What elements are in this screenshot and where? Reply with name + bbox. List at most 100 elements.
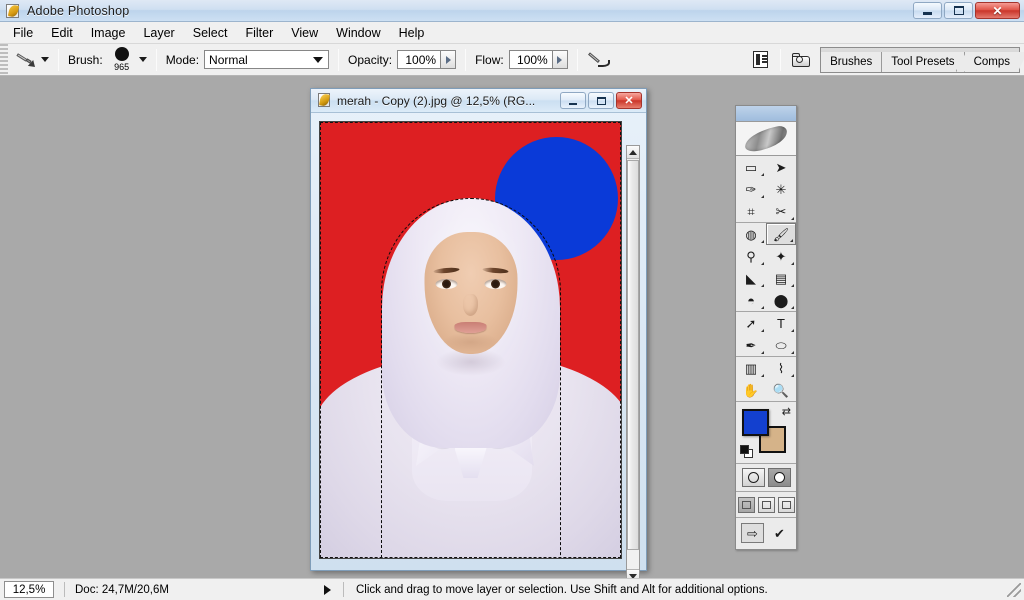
minimize-button[interactable] <box>913 2 942 19</box>
pen-tool[interactable]: ✒ <box>736 334 766 356</box>
ellipse-shape-tool[interactable]: ⬭ <box>766 334 796 356</box>
scrollbar-thumb[interactable] <box>627 160 639 550</box>
edit-in-imageready-icon[interactable]: ✔ <box>768 523 791 543</box>
divider <box>780 49 781 71</box>
photoshop-feather-logo <box>736 122 796 156</box>
full-screen-with-menubar-icon[interactable] <box>758 497 775 513</box>
blur-tool[interactable]: ◓ <box>736 289 766 311</box>
document-minimize-button[interactable] <box>560 92 586 109</box>
zoom-level-input[interactable]: 12,5% <box>4 581 54 598</box>
brush-size-value: 965 <box>114 62 129 72</box>
brush-tool[interactable]: 🖌 <box>766 223 796 245</box>
document-vertical-scrollbar[interactable] <box>626 145 640 583</box>
eyedropper-tool[interactable]: ⌇ <box>766 357 796 379</box>
flow-stepper[interactable] <box>553 50 568 69</box>
palette-toggle-icon[interactable] <box>749 48 771 72</box>
menu-image[interactable]: Image <box>82 24 135 42</box>
tool-preset-chevron-down-icon[interactable] <box>41 57 49 62</box>
foreground-color-swatch[interactable] <box>742 409 769 436</box>
palette-well: Brushes Tool Presets Comps <box>820 47 1020 73</box>
healing-brush-tool[interactable]: ◍ <box>736 223 766 245</box>
move-tool[interactable]: ➤ <box>766 156 796 178</box>
magic-wand-tool[interactable]: ✳ <box>766 178 796 200</box>
flow-input[interactable]: 100% <box>509 50 553 69</box>
type-tool[interactable]: T <box>766 312 796 334</box>
status-menu-arrow-icon[interactable] <box>324 585 331 595</box>
opacity-value: 100% <box>405 53 436 67</box>
clone-stamp-tool[interactable]: ⚲ <box>736 245 766 267</box>
close-button[interactable]: ✕ <box>975 2 1020 19</box>
chevron-right-icon <box>446 56 451 64</box>
gradient-tool[interactable]: ▤ <box>766 267 796 289</box>
brush-tool-icon[interactable] <box>12 48 38 72</box>
divider <box>465 49 466 71</box>
menu-edit[interactable]: Edit <box>42 24 82 42</box>
maximize-icon <box>954 6 964 15</box>
menubar: File Edit Image Layer Select Filter View… <box>0 22 1024 44</box>
opacity-stepper[interactable] <box>441 50 456 69</box>
opacity-input[interactable]: 100% <box>397 50 441 69</box>
jump-to-imageready-icon[interactable]: ⇨ <box>741 523 764 543</box>
document-restore-button[interactable] <box>588 92 614 109</box>
menu-filter[interactable]: Filter <box>236 24 282 42</box>
document-close-button[interactable]: ✕ <box>616 92 642 109</box>
restore-icon <box>597 97 606 105</box>
options-bar-right-group: Brushes Tool Presets Comps <box>749 47 1024 73</box>
opacity-label: Opacity: <box>348 53 392 67</box>
menu-help[interactable]: Help <box>390 24 434 42</box>
standard-screen-mode-icon[interactable] <box>738 497 755 513</box>
document-window[interactable]: merah - Copy (2).jpg @ 12,5% (RG... ✕ <box>310 88 647 571</box>
menu-file[interactable]: File <box>4 24 42 42</box>
resize-grip-icon[interactable] <box>1007 583 1021 597</box>
toolbox-titlebar[interactable] <box>736 106 796 122</box>
chevron-right-icon <box>557 56 562 64</box>
maximize-button[interactable] <box>944 2 973 19</box>
well-tab-comps[interactable]: Comps <box>964 52 1019 72</box>
brush-label: Brush: <box>68 53 103 67</box>
menu-view[interactable]: View <box>282 24 327 42</box>
toolbox-group-retouch: ◍ 🖌 ⚲ ✦ ◣ ▤ ◓ ⬤ <box>736 223 796 312</box>
swap-colors-icon[interactable]: ⇄ <box>782 405 791 418</box>
document-window-controls: ✕ <box>560 92 643 109</box>
scroll-up-arrow-icon[interactable] <box>627 146 639 159</box>
history-brush-tool[interactable]: ✦ <box>766 245 796 267</box>
full-screen-mode-icon[interactable] <box>778 497 795 513</box>
dodge-tool[interactable]: ⬤ <box>766 289 796 311</box>
toolbox-group-selection: ▭ ➤ ✑ ✳ ⌗ ✂ <box>736 156 796 223</box>
crop-tool[interactable]: ⌗ <box>736 200 766 222</box>
app-titlebar[interactable]: Adobe Photoshop ✕ <box>0 0 1024 22</box>
well-tab-brushes[interactable]: Brushes <box>821 52 881 72</box>
standard-mode-icon[interactable] <box>742 468 765 487</box>
mode-select[interactable]: Normal <box>204 50 329 69</box>
airbrush-toggle-icon[interactable] <box>587 49 611 71</box>
lasso-tool[interactable]: ✑ <box>736 178 766 200</box>
divider <box>338 49 339 71</box>
options-bar-gripper[interactable] <box>0 44 8 75</box>
image-canvas[interactable] <box>319 121 622 559</box>
hand-tool[interactable]: ✋ <box>736 379 766 401</box>
slice-tool[interactable]: ✂ <box>766 200 796 222</box>
notes-tool[interactable]: ▥ <box>736 357 766 379</box>
well-tab-tool-presets[interactable]: Tool Presets <box>881 52 963 72</box>
portrait-subject <box>320 122 621 558</box>
zoom-tool[interactable]: 🔍 <box>766 379 796 401</box>
marquee-tool[interactable]: ▭ <box>736 156 766 178</box>
eraser-tool[interactable]: ◣ <box>736 267 766 289</box>
brush-picker-chevron-down-icon[interactable] <box>139 57 147 62</box>
photo-layer <box>320 122 621 558</box>
path-selection-tool[interactable]: ➚ <box>736 312 766 334</box>
menu-window[interactable]: Window <box>327 24 389 42</box>
menu-layer[interactable]: Layer <box>134 24 183 42</box>
document-size-info[interactable]: Doc: 24,7M/20,6M <box>64 582 169 597</box>
toolbox-group-vector: ➚ T ✒ ⬭ <box>736 312 796 357</box>
quick-mask-mode-icon[interactable] <box>768 468 791 487</box>
toolbox-palette[interactable]: ▭ ➤ ✑ ✳ ⌗ ✂ ◍ 🖌 ⚲ ✦ ◣ ▤ ◓ ⬤ ➚ T ✒ ⬭ ▥ ⌇ … <box>735 105 797 550</box>
document-title: merah - Copy (2).jpg @ 12,5% (RG... <box>337 94 535 108</box>
document-titlebar[interactable]: merah - Copy (2).jpg @ 12,5% (RG... ✕ <box>311 89 646 113</box>
menu-select[interactable]: Select <box>184 24 237 42</box>
window-controls: ✕ <box>913 2 1024 19</box>
brush-preview[interactable]: 965 <box>108 47 136 72</box>
default-colors-icon[interactable] <box>740 445 753 458</box>
file-browser-icon[interactable] <box>790 48 812 72</box>
color-swatches: ⇄ <box>736 402 796 464</box>
